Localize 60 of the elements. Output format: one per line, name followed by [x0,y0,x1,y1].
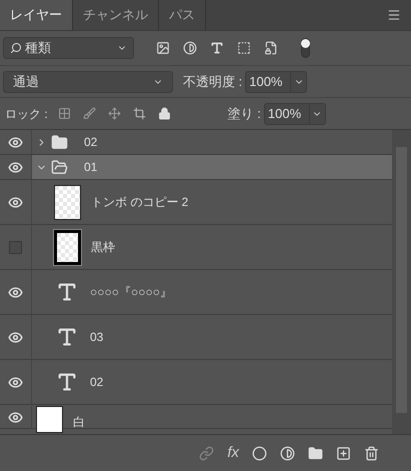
folder-icon [51,158,68,176]
blend-mode-dropdown[interactable]: 通過 [3,70,173,92]
layer-row[interactable]: 黒枠 [32,225,392,269]
folder-icon[interactable] [308,446,323,460]
opacity-field[interactable]: 100% [245,70,308,92]
visibility-eye-icon[interactable] [8,160,23,174]
layer-thumbnail [36,406,63,433]
layer-row[interactable]: 白 [32,406,392,433]
fill-label: 塗り : [228,104,261,123]
text-filter-icon[interactable] [210,41,224,55]
lock-label: ロック : [5,106,48,122]
visibility-eye-icon[interactable] [8,330,23,344]
layer-name: 03 [90,329,104,346]
text-layer-icon [56,371,78,393]
layer-name: トンボ のコピー 2 [91,194,188,211]
layer-row[interactable]: 01 [32,155,392,179]
brush-icon[interactable] [82,107,96,120]
trash-icon[interactable] [364,446,379,460]
layer-name: 01 [84,159,98,176]
crop-icon[interactable] [132,107,146,120]
layer-row[interactable]: 02 [32,130,392,154]
visibility-eye-icon[interactable] [8,284,23,300]
layer-name: 白 [73,414,85,430]
adjustment-icon[interactable] [280,446,295,460]
image-filter-icon[interactable] [156,41,170,55]
fill-field[interactable]: 100% [264,102,326,124]
visibility-eye-icon[interactable] [8,410,23,424]
layer-name: 02 [84,134,98,151]
smart-object-filter-icon[interactable] [264,41,278,55]
layer-style-button[interactable]: fx [227,442,239,464]
layer-name: 黒枠 [91,239,115,256]
filter-toggle[interactable] [301,38,310,58]
mask-icon[interactable] [252,446,267,460]
layer-row[interactable]: 02 [32,360,392,404]
text-layer-icon [56,281,78,303]
layer-thumbnail [54,230,81,264]
new-layer-icon[interactable] [336,446,351,460]
folder-icon [51,134,68,150]
visibility-toggle[interactable] [9,240,22,254]
panel-tab[interactable]: レイヤー [0,0,73,30]
layer-name: ○○○○『○○○○』 [90,284,172,301]
scrollbar[interactable] [392,130,411,434]
lock-transparency-icon[interactable] [58,107,71,120]
visibility-eye-icon[interactable] [8,134,23,150]
layer-name: 02 [90,374,104,391]
text-layer-icon [56,326,78,348]
menu-icon[interactable] [387,8,401,22]
layer-row[interactable]: 03 [32,315,392,359]
search-icon [10,42,22,54]
filter-dropdown[interactable]: 種類 [3,37,134,59]
move-icon[interactable] [108,107,121,120]
lock-icon[interactable] [158,107,171,120]
layer-row[interactable]: ○○○○『○○○○』 [32,270,392,314]
layer-thumbnail [54,184,81,220]
adjustment-filter-icon[interactable] [183,41,197,55]
layer-row[interactable]: トンボ のコピー 2 [32,180,392,224]
visibility-eye-icon[interactable] [8,374,23,390]
shape-filter-icon[interactable] [237,41,251,55]
visibility-eye-icon[interactable] [8,194,23,210]
opacity-label: 不透明度 : [183,72,242,91]
